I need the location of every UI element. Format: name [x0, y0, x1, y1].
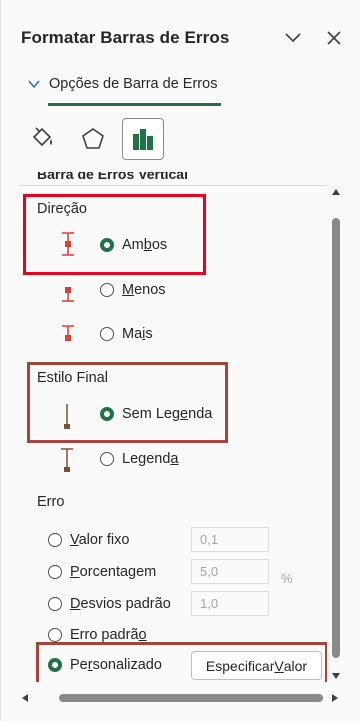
radio-direction-both[interactable]: Ambos — [100, 237, 167, 253]
fixed-value-field[interactable]: 0,1 — [191, 527, 269, 552]
option-label: Valor fixo — [70, 532, 130, 548]
vertical-scrollbar[interactable] — [328, 186, 344, 682]
radio-standard-error[interactable]: Erro padrão — [48, 627, 147, 643]
radio-custom[interactable]: Personalizado — [48, 657, 162, 673]
scroll-up-icon[interactable] — [331, 188, 341, 196]
horizontal-scroll-thumb[interactable] — [59, 694, 323, 702]
option-label: Ambos — [122, 237, 168, 253]
errbar-both-icon — [62, 232, 74, 256]
option-label: Mais — [122, 326, 153, 342]
percentage-field[interactable]: 5,0 — [191, 559, 269, 584]
radio-button[interactable] — [100, 327, 114, 341]
divider — [19, 185, 327, 186]
scroll-left-icon[interactable] — [21, 693, 29, 703]
radio-button[interactable] — [100, 452, 114, 466]
bar-options-tab[interactable] — [122, 118, 164, 160]
percent-unit: % — [281, 571, 293, 586]
fill-line-icon — [32, 127, 52, 147]
bar-chart-icon — [133, 129, 153, 150]
radio-button[interactable] — [100, 283, 114, 297]
radio-button[interactable] — [100, 407, 114, 421]
option-label: Legenda — [122, 451, 179, 467]
radio-button[interactable] — [100, 238, 114, 252]
end-style-cap-icon — [61, 448, 73, 472]
radio-button[interactable] — [48, 565, 62, 579]
format-task-pane: Formatar Barras de Erros Opções de Barra… — [0, 0, 360, 721]
end-style-label: Estilo Final — [37, 370, 108, 386]
radio-end-style-cap[interactable]: Legenda — [100, 451, 178, 467]
pane-title: Formatar Barras de Erros — [21, 28, 230, 47]
errbar-minus-icon — [62, 287, 74, 302]
option-label: Sem Legenda — [122, 406, 213, 422]
option-label: Personalizado — [70, 657, 162, 673]
section-heading-vertical-error-bar: Barra de Erros Vertical — [37, 172, 188, 182]
close-icon[interactable] — [322, 26, 346, 50]
radio-fixed-value[interactable]: Valor fixo — [48, 532, 129, 548]
radio-direction-plus[interactable]: Mais — [100, 326, 153, 342]
chevron-down-icon — [28, 80, 40, 89]
option-label: Desvios padrão — [70, 596, 171, 612]
scroll-right-icon[interactable] — [331, 693, 339, 703]
tab-label: Opções de Barra de Erros — [49, 76, 218, 92]
radio-button[interactable] — [48, 658, 62, 672]
radio-end-style-no-cap[interactable]: Sem Legenda — [100, 406, 212, 422]
specify-value-button[interactable]: Especificar Valor — [191, 651, 322, 680]
effects-tab[interactable] — [72, 118, 114, 160]
direction-label: Direção — [37, 201, 87, 217]
error-amount-label: Erro — [37, 494, 65, 510]
option-label: Menos — [122, 282, 166, 298]
option-label: Porcentagem — [70, 564, 157, 580]
vertical-scroll-thumb[interactable] — [332, 218, 340, 658]
tab-error-bar-options[interactable]: Opções de Barra de Erros — [27, 76, 217, 92]
radio-percentage[interactable]: Porcentagem — [48, 564, 156, 580]
radio-button[interactable] — [48, 533, 62, 547]
end-style-no-cap-icon — [64, 404, 70, 429]
option-label: Erro padrão — [70, 627, 147, 643]
radio-std-deviation[interactable]: Desvios padrão — [48, 596, 171, 612]
radio-button[interactable] — [48, 597, 62, 611]
scroll-down-icon[interactable] — [331, 672, 341, 680]
pentagon-icon — [82, 128, 104, 149]
radio-button[interactable] — [48, 628, 62, 642]
pane-options-chevron-icon[interactable] — [281, 26, 305, 50]
std-deviation-field[interactable]: 1,0 — [191, 591, 269, 616]
horizontal-scrollbar[interactable] — [19, 690, 343, 706]
active-tab-indicator — [48, 103, 221, 106]
errbar-plus-icon — [62, 325, 74, 341]
fill-line-tab[interactable] — [21, 118, 63, 160]
options-scroll-area: Barra de Erros Vertical Direção Ambos Me… — [1, 172, 327, 682]
radio-direction-minus[interactable]: Menos — [100, 282, 166, 298]
